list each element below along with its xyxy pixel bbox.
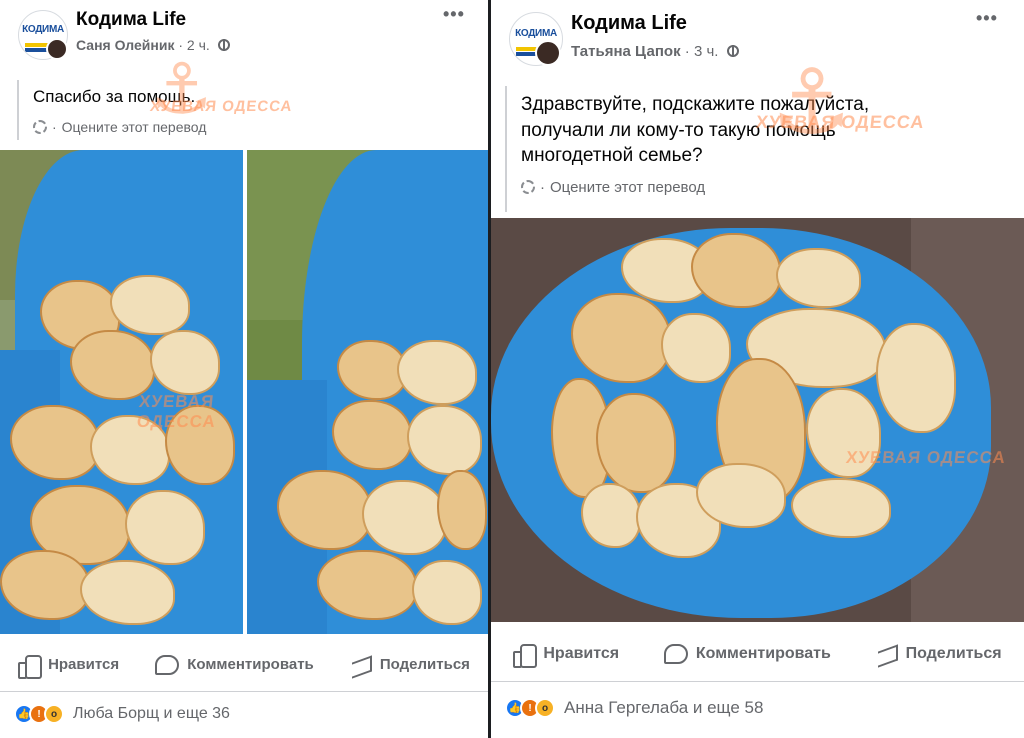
- author-name[interactable]: Саня Олейник: [76, 37, 174, 53]
- post-meta: Саня Олейник · 2 ч.: [76, 37, 230, 53]
- gear-icon[interactable]: [521, 180, 535, 195]
- post-text: Здравствуйте, подскажите пожалуйста, пол…: [521, 86, 905, 169]
- post-text-block: Здравствуйте, подскажите пожалуйста, пол…: [505, 86, 905, 212]
- wow-reaction-icon: o: [535, 698, 555, 718]
- post-photo-2[interactable]: [247, 150, 488, 634]
- translate-rating-link[interactable]: Оцените этот перевод: [62, 119, 207, 135]
- post-photo-1[interactable]: ХУЕВАЯ ОДЕССА: [0, 150, 243, 634]
- comment-icon: [663, 643, 688, 664]
- reactions-summary[interactable]: 👍 ! o Анна Гергелаба и еще 58: [505, 698, 763, 718]
- post-text-line: получали ли кому-то такую помощь: [521, 119, 836, 141]
- globe-icon: [217, 39, 230, 51]
- share-arrow-icon: [350, 655, 372, 675]
- more-options-icon[interactable]: •••: [976, 8, 998, 29]
- share-label: Поделиться: [379, 656, 470, 673]
- like-button[interactable]: Нравится: [18, 654, 120, 679]
- post-time[interactable]: 3 ч.: [694, 43, 719, 60]
- dot-separator: ·: [540, 178, 545, 196]
- post-header: КОДИМА Кодима Life Татьяна Цапок · 3 ч. …: [491, 0, 1024, 70]
- reaction-icons: 👍 ! o: [505, 698, 555, 718]
- translate-row[interactable]: · Оцените этот перевод: [33, 119, 317, 135]
- right-post: КОДИМА Кодима Life Татьяна Цапок · 3 ч. …: [491, 0, 1024, 738]
- group-name[interactable]: Кодима Life: [76, 9, 186, 31]
- share-arrow-icon: [876, 644, 898, 664]
- reaction-names[interactable]: Анна Гергелаба и еще 58: [564, 698, 763, 718]
- more-options-icon[interactable]: •••: [443, 4, 465, 25]
- dot-separator: ·: [52, 118, 57, 135]
- wow-reaction-icon: o: [44, 704, 64, 724]
- post-meta: Татьяна Цапок · 3 ч.: [571, 43, 739, 60]
- action-bar: Нравится Комментировать Поделиться: [0, 638, 488, 692]
- reactions-summary[interactable]: 👍 ! o Люба Борщ и еще 36: [14, 704, 230, 724]
- comment-button[interactable]: Комментировать: [155, 654, 314, 675]
- like-button[interactable]: Нравится: [513, 643, 620, 668]
- gear-icon[interactable]: [33, 119, 47, 134]
- post-text-line: Здравствуйте, подскажите пожалуйста,: [521, 94, 870, 115]
- author-avatar[interactable]: [535, 40, 561, 66]
- like-label: Нравится: [543, 644, 620, 662]
- thumbs-up-icon: [18, 654, 43, 679]
- comment-icon: [155, 654, 180, 675]
- author-name[interactable]: Татьяна Цапок: [571, 43, 681, 60]
- post-header: КОДИМА Кодима Life Саня Олейник · 2 ч. •…: [0, 0, 488, 70]
- post-text-block: Спасибо за помощь. · Оцените этот перево…: [17, 80, 317, 140]
- share-button[interactable]: Поделиться: [876, 644, 1002, 664]
- share-label: Поделиться: [905, 644, 1002, 662]
- avatar-logo-text: КОДИМА: [22, 24, 64, 36]
- group-name[interactable]: Кодима Life: [571, 12, 687, 35]
- author-avatar[interactable]: [46, 38, 68, 60]
- like-label: Нравится: [48, 656, 120, 673]
- comment-label: Комментировать: [695, 644, 831, 662]
- thumbs-up-icon: [513, 643, 538, 668]
- reaction-names[interactable]: Люба Борщ и еще 36: [73, 705, 230, 723]
- comment-label: Комментировать: [187, 656, 314, 673]
- share-button[interactable]: Поделиться: [350, 655, 470, 675]
- action-bar: Нравится Комментировать Поделиться: [491, 626, 1024, 682]
- comment-button[interactable]: Комментировать: [663, 643, 831, 664]
- globe-icon: [726, 45, 739, 57]
- translate-rating-link[interactable]: Оцените этот перевод: [550, 179, 705, 196]
- avatar-logo-text: КОДИМА: [515, 27, 557, 39]
- reaction-icons: 👍 ! o: [14, 704, 64, 724]
- post-text: Спасибо за помощь.: [33, 87, 196, 106]
- post-photo[interactable]: ХУЕВАЯ ОДЕССА: [491, 218, 1024, 622]
- post-text-line: многодетной семье?: [521, 145, 703, 167]
- post-time[interactable]: 2 ч.: [187, 37, 210, 53]
- translate-row[interactable]: · Оцените этот перевод: [521, 179, 905, 196]
- left-post: КОДИМА Кодима Life Саня Олейник · 2 ч. •…: [0, 0, 488, 738]
